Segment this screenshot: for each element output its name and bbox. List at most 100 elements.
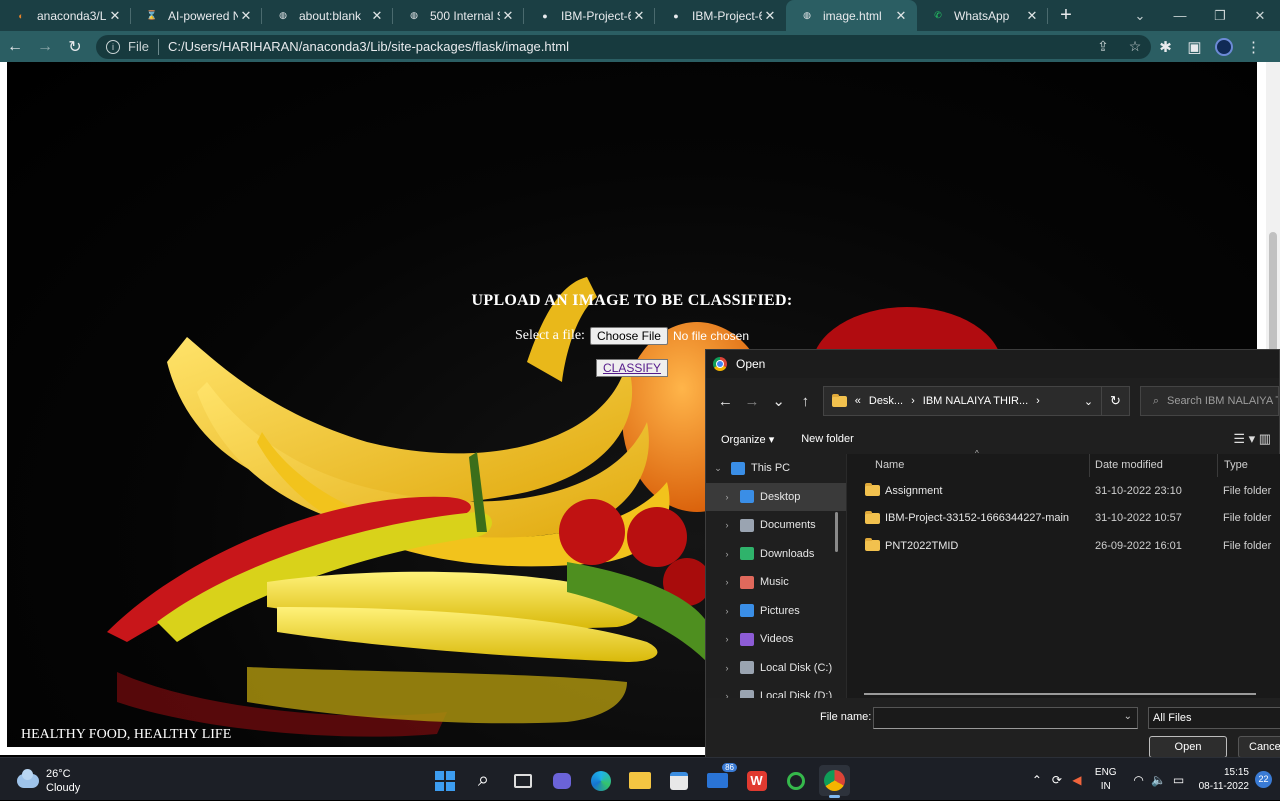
new-folder-button[interactable]: New folder [801, 433, 854, 445]
breadcrumb-desktop[interactable]: Desk... [869, 395, 903, 407]
start-button[interactable] [429, 765, 460, 796]
close-icon[interactable]: ✕ [107, 8, 123, 24]
horizontal-scrollbar[interactable] [864, 693, 1256, 695]
tree-item[interactable]: › Documents [706, 511, 846, 540]
chevron-right-icon[interactable]: › [720, 691, 734, 698]
search-input[interactable]: ⌕ Search IBM NALAIYA T [1139, 386, 1279, 416]
close-icon[interactable]: ✕ [369, 8, 385, 24]
close-icon[interactable]: ✕ [500, 8, 516, 24]
anaconda-button[interactable] [780, 765, 811, 796]
tab-7[interactable]: ✆ WhatsApp ✕ [917, 0, 1048, 31]
tree-item[interactable]: › Desktop [706, 482, 846, 511]
recent-chevron-icon[interactable]: ⌄ [765, 392, 792, 410]
tree-item[interactable]: › Local Disk (D:) [706, 682, 846, 698]
chevron-right-icon[interactable]: › [720, 492, 734, 502]
minimize-icon[interactable]: — [1160, 0, 1200, 31]
address-bar[interactable]: i File C:/Users/HARIHARAN/anaconda3/Lib/… [96, 34, 1151, 59]
maximize-icon[interactable]: ❐ [1200, 0, 1240, 31]
close-icon[interactable]: ✕ [893, 8, 909, 24]
chat-button[interactable] [546, 765, 577, 796]
forward-arrow-icon[interactable]: → [739, 393, 766, 410]
close-icon[interactable]: ✕ [1024, 8, 1040, 24]
url-text[interactable]: C:/Users/HARIHARAN/anaconda3/Lib/site-pa… [168, 39, 569, 54]
column-name[interactable]: Name [847, 454, 1090, 477]
column-type[interactable]: Type [1218, 454, 1248, 477]
refresh-icon[interactable]: ↻ [1102, 386, 1130, 416]
column-date[interactable]: Date modified [1090, 454, 1218, 477]
tab-4[interactable]: ● IBM-Project-67✕ [524, 0, 655, 31]
tab-0[interactable]: ◐ anaconda3/Lib/✕ [0, 0, 131, 31]
notification-badge[interactable]: 22 [1255, 771, 1272, 788]
battery-icon[interactable]: ▭ [1169, 773, 1189, 787]
tree-item[interactable]: › Downloads [706, 540, 846, 569]
chrome-button[interactable] [819, 765, 850, 798]
organize-menu[interactable]: Organize ▾ [721, 433, 774, 446]
side-panel-icon[interactable]: ▣ [1180, 38, 1209, 56]
edge-button[interactable] [585, 765, 616, 796]
task-view-button[interactable] [507, 765, 538, 796]
store-button[interactable] [663, 765, 694, 796]
open-button[interactable]: Open [1149, 736, 1227, 758]
tab-search-icon[interactable]: ⌄ [1120, 0, 1160, 31]
tree-item[interactable]: › Music [706, 568, 846, 597]
tab-3[interactable]: ◍ 500 Internal Se✕ [393, 0, 524, 31]
tab-5[interactable]: ● IBM-Project-67✕ [655, 0, 786, 31]
star-icon[interactable]: ☆ [1119, 38, 1151, 55]
tree-item[interactable]: › Local Disk (C:) [706, 654, 846, 683]
chevron-down-icon[interactable]: ⌄ [1124, 711, 1132, 722]
file-explorer-button[interactable] [624, 765, 655, 796]
sync-icon[interactable]: ⟳ [1047, 773, 1067, 787]
choose-file-button[interactable]: Choose File [589, 327, 668, 345]
search-button[interactable]: ⌕ [468, 765, 499, 796]
tree-item[interactable]: › Pictures [706, 597, 846, 626]
clock[interactable]: 15:15 08-11-2022 [1199, 766, 1249, 794]
up-arrow-icon[interactable]: ↑ [792, 393, 819, 410]
extensions-icon[interactable]: ✱ [1151, 38, 1180, 56]
new-tab-button[interactable]: + [1048, 4, 1084, 27]
file-type-filter[interactable]: All Files [1148, 707, 1280, 729]
mail-button[interactable]: 86 [702, 763, 737, 796]
tab-6[interactable]: ◍ image.html ✕ [786, 0, 917, 31]
info-icon[interactable]: i [106, 39, 120, 54]
tree-item[interactable]: ⌄ This PC [706, 454, 846, 483]
reload-button[interactable]: ↻ [60, 37, 90, 57]
close-icon[interactable]: ✕ [1240, 0, 1280, 31]
file-name-input[interactable]: ⌄ [873, 707, 1138, 729]
chevron-down-icon[interactable]: ⌄ [711, 463, 725, 474]
chevron-right-icon[interactable]: › [720, 606, 734, 616]
speaker-icon[interactable]: ◀ [1067, 773, 1087, 787]
chevron-right-icon[interactable]: › [720, 520, 734, 530]
close-icon[interactable]: ✕ [762, 8, 778, 24]
wifi-icon[interactable]: ◠ [1129, 773, 1149, 787]
close-icon[interactable]: ✕ [631, 8, 647, 24]
file-type: File folder [1223, 484, 1272, 497]
cancel-button[interactable]: Cancel [1238, 736, 1280, 758]
back-button[interactable]: ← [0, 38, 30, 56]
chevron-up-icon[interactable]: ⌃ [1027, 773, 1047, 787]
tab-2[interactable]: ◍ about:blank ✕ [262, 0, 393, 31]
chevron-right-icon[interactable]: › [720, 634, 734, 644]
volume-icon[interactable]: 🔈 [1149, 773, 1169, 787]
chevron-right-icon[interactable]: › [720, 549, 734, 559]
menu-icon[interactable]: ⋮ [1239, 38, 1268, 56]
weather-widget[interactable]: 26°C Cloudy [17, 767, 80, 795]
close-icon[interactable]: ✕ [238, 8, 254, 24]
share-icon[interactable]: ⇪ [1087, 38, 1119, 55]
chevron-down-icon[interactable]: ⌄ [1084, 395, 1093, 408]
wps-button[interactable]: W [741, 765, 772, 796]
tree-item[interactable]: › Videos [706, 625, 846, 654]
breadcrumb[interactable]: « Desk... › IBM NALAIYA THIR... › ⌄ [822, 386, 1103, 416]
table-row[interactable]: PNT2022TMID 26-09-2022 16:01 File folder [847, 532, 1280, 560]
classify-button[interactable]: CLASSIFY [595, 359, 669, 377]
back-arrow-icon[interactable]: ← [712, 393, 739, 410]
forward-button[interactable]: → [30, 38, 60, 56]
chevron-right-icon[interactable]: › [720, 663, 734, 673]
breadcrumb-folder[interactable]: IBM NALAIYA THIR... [923, 395, 1028, 407]
table-row[interactable]: Assignment 31-10-2022 23:10 File folder [847, 477, 1280, 505]
profile-avatar[interactable] [1215, 37, 1233, 56]
view-options-icon[interactable]: ☰ ▾ ▥ [1233, 431, 1271, 447]
chevron-right-icon[interactable]: › [720, 577, 734, 587]
tab-1[interactable]: ⌛ AI-powered Nu✕ [131, 0, 262, 31]
table-row[interactable]: IBM-Project-33152-1666344227-main 31-10-2… [847, 505, 1280, 533]
language-indicator[interactable]: ENG IN [1095, 766, 1117, 794]
